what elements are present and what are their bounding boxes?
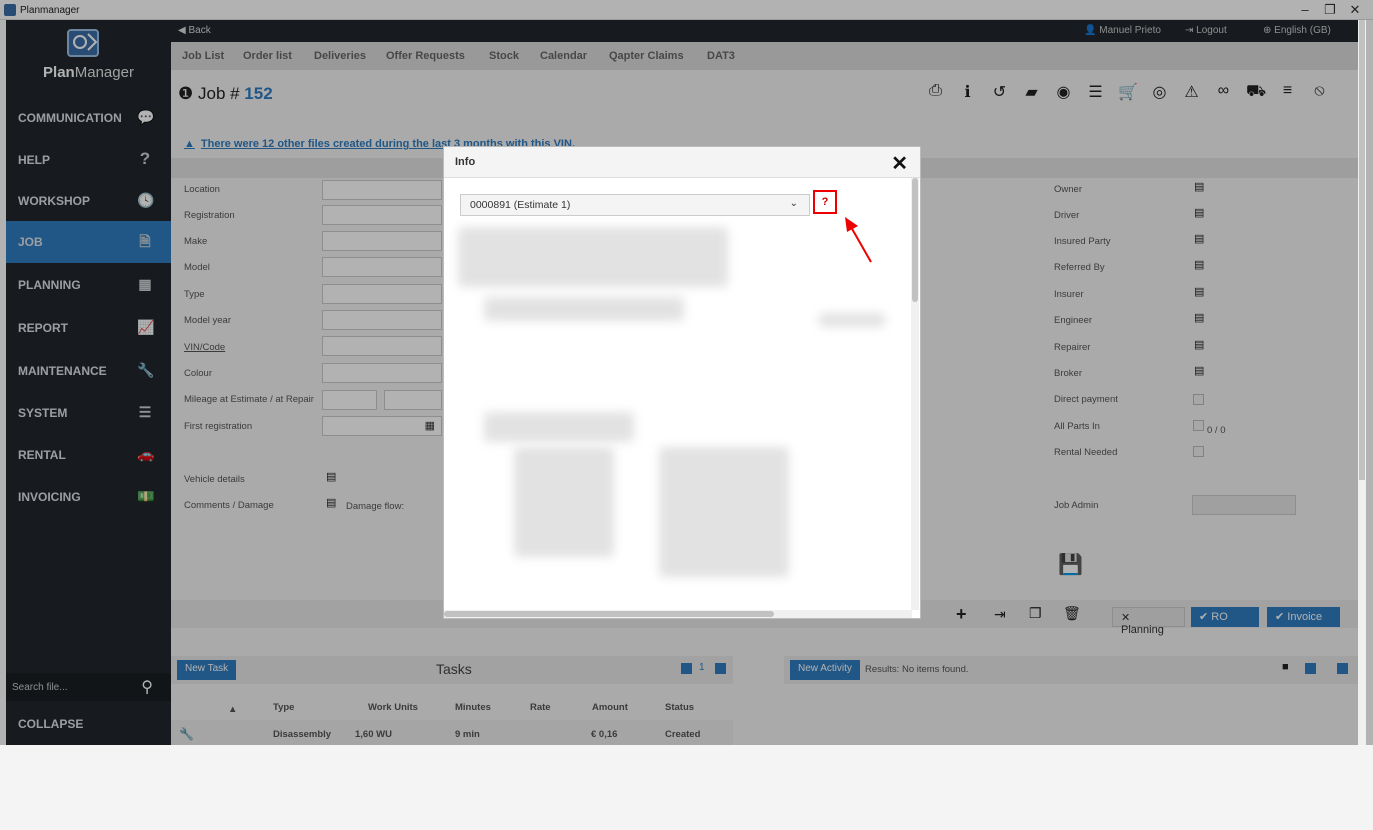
blurred-content xyxy=(659,447,789,577)
blurred-content xyxy=(484,297,684,321)
modal-header: Info ✕ xyxy=(444,147,920,178)
blurred-content xyxy=(484,412,634,442)
info-modal: Info ✕ 0000891 (Estimate 1) ⌄ ? xyxy=(443,146,921,619)
horizontal-scrollbar[interactable] xyxy=(444,610,912,618)
blurred-content xyxy=(458,227,728,287)
empty-area xyxy=(0,745,1373,830)
estimate-select[interactable]: 0000891 (Estimate 1) ⌄ xyxy=(460,194,810,216)
blurred-content xyxy=(514,447,614,557)
blurred-content xyxy=(819,313,885,327)
close-icon[interactable]: ✕ xyxy=(891,151,908,176)
modal-title: Info xyxy=(455,156,476,168)
chevron-down-icon: ⌄ xyxy=(789,198,798,209)
page-scrollbar[interactable] xyxy=(1358,20,1366,745)
vertical-scrollbar[interactable] xyxy=(911,178,919,610)
help-button[interactable]: ? xyxy=(813,190,837,214)
